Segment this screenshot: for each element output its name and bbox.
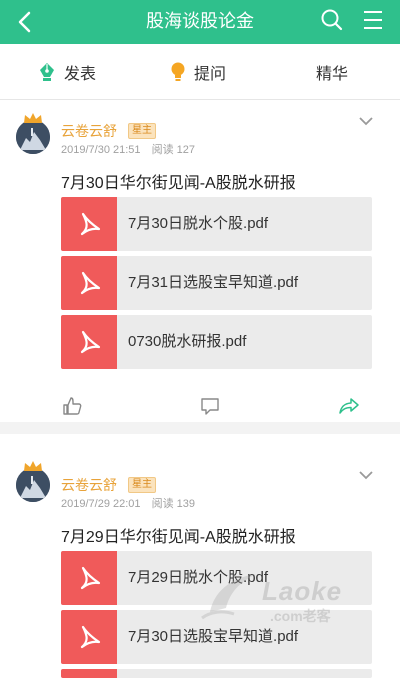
post-label: 发表 — [64, 66, 97, 83]
feed-post: 云卷云舒 星主 2019/7/29 22:01 阅读 139 7月29日华尔街见… — [0, 434, 400, 678]
post-button[interactable]: 发表 — [38, 44, 96, 100]
avatar[interactable] — [16, 120, 50, 154]
pdf-icon — [61, 315, 117, 369]
file-name: 0730脱水研报.pdf — [128, 333, 247, 350]
read-count: 阅读 127 — [151, 144, 196, 156]
post-date: 2019/7/30 21:51 — [61, 144, 141, 156]
brand-logo-icon — [201, 574, 256, 620]
post-meta: 2019/7/29 22:01 阅读 139 — [61, 495, 203, 511]
pdf-icon — [61, 256, 117, 310]
post-actions — [0, 395, 400, 425]
author-name[interactable]: 云卷云舒 — [61, 475, 117, 495]
post-meta: 2019/7/30 21:51 阅读 127 — [61, 141, 203, 157]
chevron-down-icon[interactable] — [358, 470, 374, 480]
pdf-icon — [61, 610, 117, 664]
pdf-attachment-partial[interactable] — [61, 669, 372, 678]
pdf-icon — [61, 197, 117, 251]
file-name: 7月30日脱水个股.pdf — [128, 215, 269, 232]
pdf-attachment[interactable]: 0730脱水研报.pdf — [61, 315, 372, 369]
sub-navigation: 发表 提问 精华 — [0, 44, 400, 100]
avatar[interactable] — [16, 468, 50, 502]
ask-button[interactable]: 提问 — [170, 44, 226, 100]
chevron-down-icon[interactable] — [358, 116, 374, 126]
featured-label: 精华 — [316, 66, 349, 83]
brand-watermark: Laoke .com老客 — [200, 568, 370, 628]
pdf-attachment[interactable]: 7月30日脱水个股.pdf — [61, 197, 372, 251]
like-icon[interactable] — [61, 395, 83, 417]
author-name[interactable]: 云卷云舒 — [61, 121, 117, 141]
post-title[interactable]: 7月30日华尔街见闻-A股脱水研报 — [61, 169, 296, 193]
comment-icon[interactable] — [199, 395, 221, 417]
owner-badge: 星主 — [128, 123, 156, 139]
pdf-icon — [61, 669, 117, 678]
post-date: 2019/7/29 22:01 — [61, 498, 141, 510]
ask-label: 提问 — [194, 66, 227, 83]
hamburger-menu-icon[interactable] — [362, 9, 384, 31]
pen-nib-icon — [40, 63, 54, 81]
pdf-attachment[interactable]: 7月31日选股宝早知道.pdf — [61, 256, 372, 310]
search-icon[interactable] — [320, 8, 344, 32]
featured-button[interactable]: 精华 — [316, 44, 348, 100]
feed-post: 云卷云舒 星主 2019/7/30 21:51 阅读 127 7月30日华尔街见… — [0, 100, 400, 422]
post-separator — [0, 422, 400, 434]
file-name: 7月31日选股宝早知道.pdf — [128, 274, 299, 291]
crown-icon — [24, 113, 42, 123]
pdf-icon — [61, 551, 117, 605]
owner-badge: 星主 — [128, 477, 156, 493]
brand-text: Laoke — [262, 576, 343, 606]
crown-icon — [24, 461, 42, 471]
share-icon[interactable] — [338, 395, 360, 417]
lightbulb-icon — [171, 62, 185, 81]
top-app-bar: 股海谈股论金 — [0, 0, 400, 44]
post-title[interactable]: 7月29日华尔街见闻-A股脱水研报 — [61, 523, 296, 547]
brand-subtext: .com老客 — [270, 608, 331, 624]
read-count: 阅读 139 — [151, 498, 196, 510]
